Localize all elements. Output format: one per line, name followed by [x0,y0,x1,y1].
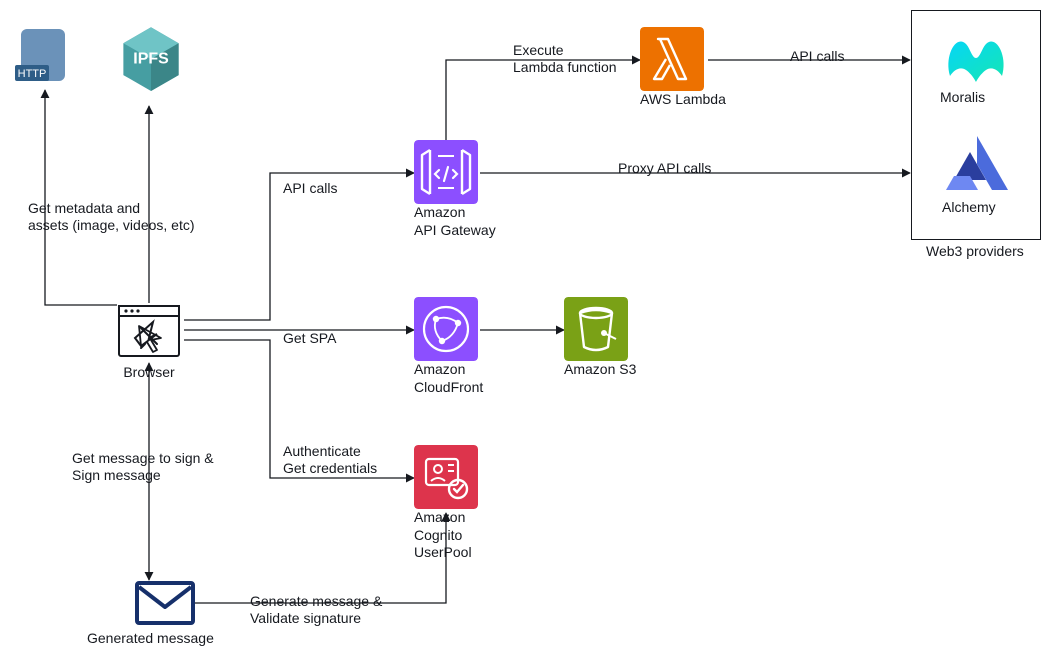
edge-label-get-spa: Get SPA [283,330,336,347]
edge-label-execute-lambda: Execute Lambda function [513,42,617,76]
ipfs-text: IPFS [133,50,168,67]
generated-message-label: Generated message [87,630,214,648]
edge-label-lambda-api-calls: API calls [790,48,844,65]
moralis-label: Moralis [940,89,1012,107]
alchemy-icon: Alchemy [942,134,1012,217]
cloudfront-label: Amazon CloudFront [414,361,483,396]
browser-label: Browser [117,364,181,382]
edge-label-metadata: Get metadata and assets (image, videos, … [28,200,195,234]
cognito-label: Amazon Cognito UserPool [414,509,478,562]
cloudfront-icon: Amazon CloudFront [414,297,483,396]
edge-label-proxy-api-calls: Proxy API calls [618,160,711,177]
edge-label-authenticate: Authenticate Get credentials [283,443,377,477]
cognito-icon: Amazon Cognito UserPool [414,445,478,562]
s3-icon: Amazon S3 [564,297,636,379]
edge-label-sign-message: Get message to sign & Sign message [72,450,214,484]
diagram-canvas: { "nodes": { "http": { "label": "" }, "i… [0,0,1058,659]
generated-message-icon: Generated message [117,579,214,648]
api-gateway-label: Amazon API Gateway [414,204,496,239]
svg-text:HTTP: HTTP [18,68,47,80]
web3-providers-label: Web3 providers [926,243,1024,261]
edge-label-generate-validate: Generate message & Validate signature [250,593,382,627]
alchemy-label: Alchemy [942,199,1012,217]
edge-label-api-calls: API calls [283,180,337,197]
s3-label: Amazon S3 [564,361,636,379]
ipfs-icon: IPFS [117,18,185,96]
api-gateway-icon: Amazon API Gateway [414,140,496,239]
lambda-label: AWS Lambda [640,91,726,109]
browser-icon: Browser [117,300,181,382]
lambda-icon: AWS Lambda [640,27,726,109]
http-icon: HTTP [15,25,79,89]
moralis-icon: Moralis [940,26,1012,107]
